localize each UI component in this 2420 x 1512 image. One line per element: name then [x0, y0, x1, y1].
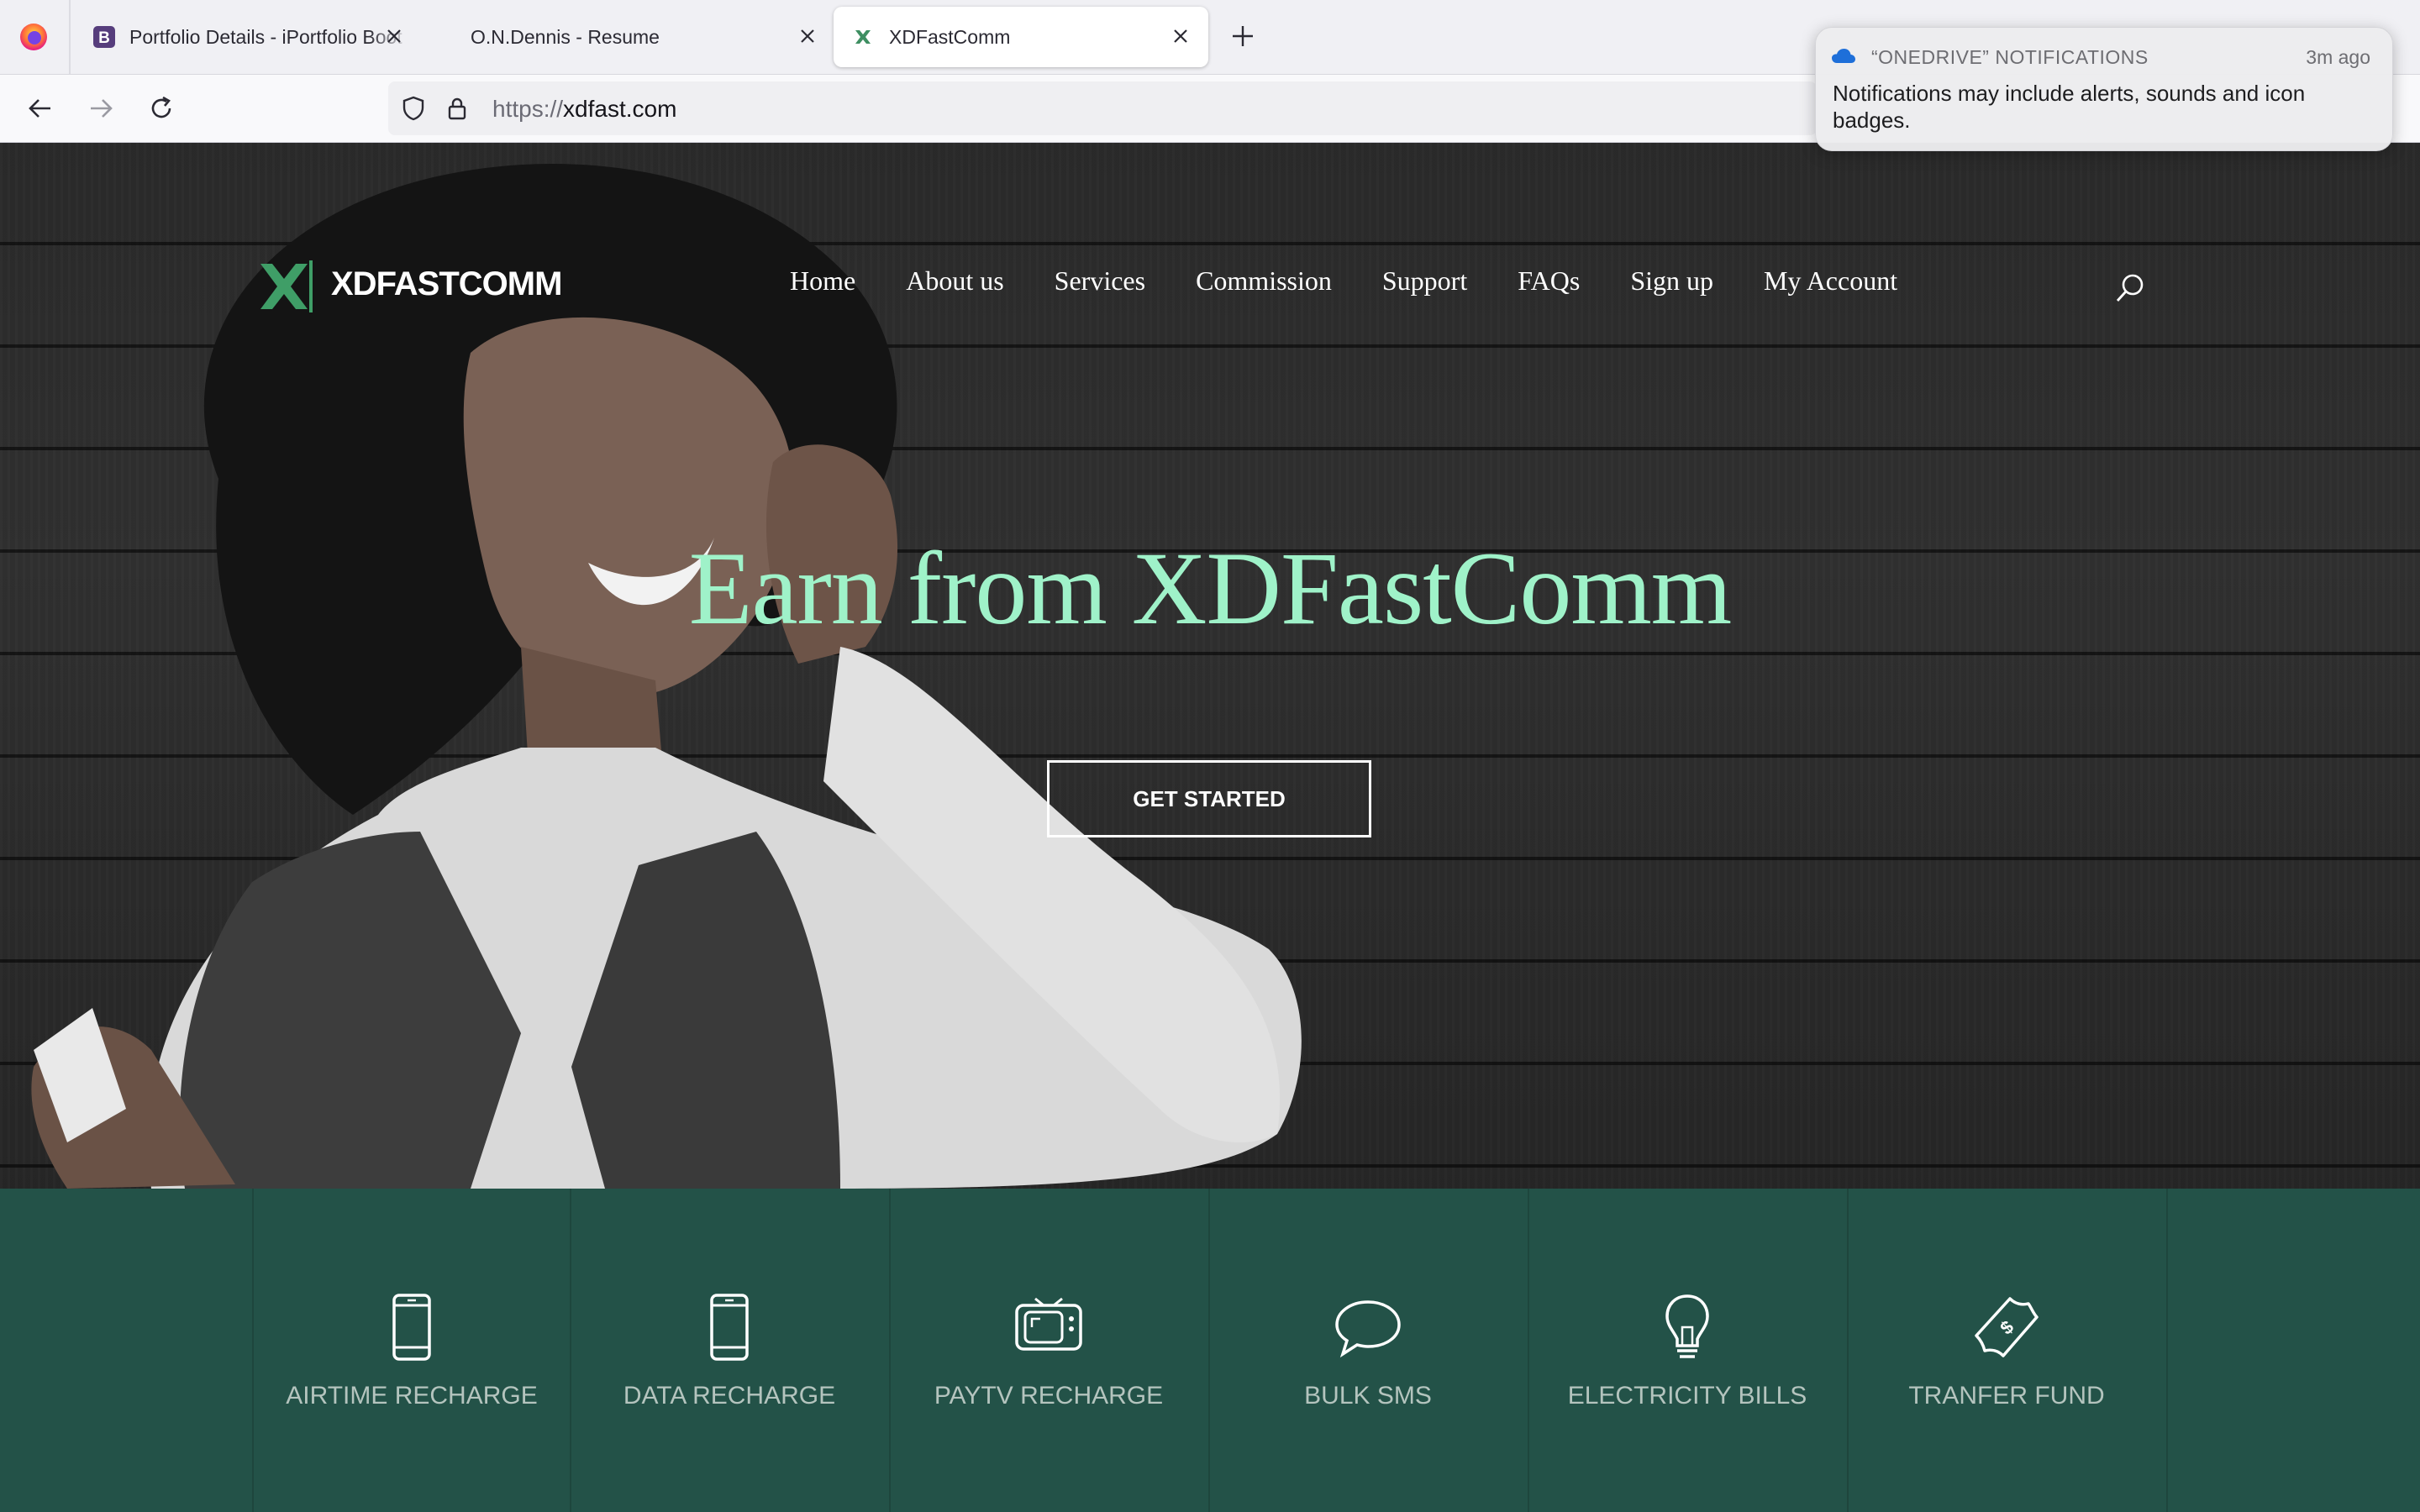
- nav-my-account[interactable]: My Account: [1764, 265, 1897, 297]
- tab-resume[interactable]: O.N.Dennis - Resume: [459, 7, 829, 67]
- tab-separator: [69, 0, 71, 74]
- service-transfer-fund[interactable]: $ TRANFER FUND: [1847, 1189, 2166, 1512]
- notification-body: Notifications may include alerts, sounds…: [1833, 81, 2306, 133]
- tab-portfolio-details[interactable]: B Portfolio Details - iPortfolio Boot: [81, 7, 442, 67]
- get-started-button[interactable]: GET STARTED: [1047, 760, 1371, 837]
- tab-title: XDFastComm: [889, 25, 1011, 48]
- forward-arrow-icon[interactable]: [84, 92, 118, 125]
- notification-time: 3m ago: [2306, 46, 2370, 68]
- tab-title: O.N.Dennis - Resume: [471, 25, 660, 48]
- new-tab-icon[interactable]: [1228, 22, 1257, 50]
- tab-title: Portfolio Details - iPortfolio Boot: [129, 25, 402, 48]
- nav-home[interactable]: Home: [790, 265, 855, 297]
- bootstrap-icon: B: [93, 26, 115, 48]
- service-data-recharge[interactable]: DATA RECHARGE: [570, 1189, 889, 1512]
- chat-bubble-icon: [1335, 1300, 1401, 1358]
- service-label: AIRTIME RECHARGE: [286, 1382, 538, 1410]
- nav-sign-up[interactable]: Sign up: [1630, 265, 1713, 297]
- firefox-icon[interactable]: [18, 22, 49, 52]
- svg-text:B: B: [98, 29, 110, 47]
- xdfastcomm-icon: [855, 30, 871, 44]
- close-icon[interactable]: [1168, 24, 1193, 49]
- url-text[interactable]: https://xdfast.com: [492, 96, 676, 123]
- back-arrow-icon[interactable]: [24, 92, 57, 125]
- shield-icon[interactable]: [400, 95, 427, 122]
- lock-icon[interactable]: [444, 95, 471, 122]
- service-paytv-recharge[interactable]: PAYTV RECHARGE: [889, 1189, 1208, 1512]
- tablet-icon: [710, 1294, 749, 1361]
- close-icon[interactable]: [381, 24, 407, 49]
- hero-title: Earn from XDFastComm: [688, 531, 1733, 646]
- xdfastcomm-logo-icon: [260, 260, 313, 312]
- search-icon[interactable]: [2112, 270, 2148, 306]
- site-logo[interactable]: XDFASTCOMM: [257, 250, 562, 318]
- service-label: PAYTV RECHARGE: [934, 1382, 1164, 1410]
- notification-popup[interactable]: “ONEDRIVE” NOTIFICATIONS 3m ago Notifica…: [1815, 27, 2393, 151]
- tv-icon: [1015, 1297, 1082, 1351]
- service-electricity-bills[interactable]: ELECTRICITY BILLS: [1528, 1189, 1847, 1512]
- service-label: TRANFER FUND: [1908, 1382, 2105, 1410]
- svg-text:$: $: [1996, 1316, 2018, 1339]
- hero-section: XDFASTCOMM Home About us Services Commis…: [0, 143, 2420, 1189]
- service-airtime-recharge[interactable]: AIRTIME RECHARGE: [252, 1189, 571, 1512]
- nav-faqs[interactable]: FAQs: [1518, 265, 1580, 297]
- close-icon[interactable]: [795, 24, 820, 49]
- nav-about-us[interactable]: About us: [906, 265, 1003, 297]
- service-bulk-sms[interactable]: BULK SMS: [1208, 1189, 1528, 1512]
- column-divider: [2166, 1189, 2168, 1512]
- nav-commission[interactable]: Commission: [1196, 265, 1332, 297]
- url-bar[interactable]: https://xdfast.com: [388, 81, 1817, 135]
- tab-xdfastcomm[interactable]: XDFastComm: [834, 7, 1208, 67]
- service-label: ELECTRICITY BILLS: [1567, 1382, 1807, 1410]
- onedrive-cloud-icon: [1832, 49, 1855, 63]
- money-icon: $: [1975, 1297, 2039, 1357]
- service-label: DATA RECHARGE: [623, 1382, 836, 1410]
- mobile-phone-icon: [392, 1294, 431, 1361]
- nav-support[interactable]: Support: [1382, 265, 1467, 297]
- notification-app-name: “ONEDRIVE” NOTIFICATIONS: [1871, 46, 2149, 68]
- site-nav: Home About us Services Commission Suppor…: [790, 265, 1897, 297]
- services-strip: AIRTIME RECHARGE DATA RECHARGE PAYTV REC…: [0, 1189, 2420, 1512]
- nav-services[interactable]: Services: [1055, 265, 1145, 297]
- lightbulb-icon: [1665, 1294, 1709, 1358]
- service-label: BULK SMS: [1304, 1382, 1432, 1410]
- reload-icon[interactable]: [145, 92, 178, 125]
- logo-text: XDFASTCOMM: [331, 265, 562, 302]
